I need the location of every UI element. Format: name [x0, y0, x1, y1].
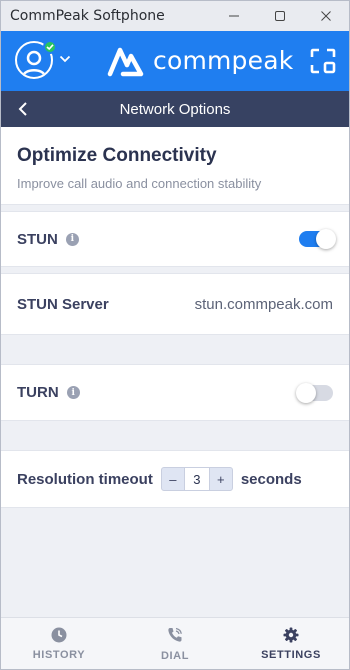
brand-logo: commpeak — [107, 44, 293, 78]
chevron-down-icon[interactable] — [59, 55, 71, 63]
tab-label: SETTINGS — [261, 648, 321, 661]
stun-row: STUN i — [1, 211, 349, 267]
decrement-button[interactable]: – — [162, 468, 184, 490]
toggle-knob — [296, 382, 316, 403]
timeout-value-input[interactable]: 3 — [183, 468, 210, 490]
close-button[interactable] — [303, 1, 349, 31]
turn-row: TURN i — [1, 364, 349, 421]
avatar[interactable] — [15, 40, 57, 81]
brand-name: commpeak — [153, 46, 294, 75]
clock-icon — [51, 627, 67, 642]
timeout-stepper: – 3 + — [160, 467, 233, 491]
maximize-button[interactable] — [257, 1, 303, 31]
stun-server-label: STUN Server — [17, 295, 109, 313]
turn-label: TURN — [17, 384, 59, 401]
tab-dial[interactable]: DIAL — [117, 618, 233, 669]
stun-label: STUN — [17, 230, 58, 248]
window-title: CommPeak Softphone — [10, 8, 165, 24]
window-titlebar: CommPeak Softphone — [1, 1, 349, 31]
minimize-button[interactable] — [211, 1, 257, 31]
settings-content: Optimize Connectivity Improve call audio… — [1, 127, 349, 617]
section-subtitle: Improve call audio and connection stabil… — [17, 176, 262, 191]
page-title: Network Options — [119, 100, 231, 118]
info-icon[interactable]: i — [65, 232, 79, 246]
tab-history[interactable]: HISTORY — [1, 618, 117, 669]
stun-server-value[interactable]: stun.commpeak.com — [195, 296, 333, 313]
minimize-icon — [229, 15, 239, 17]
close-icon — [321, 11, 331, 21]
gear-icon — [283, 627, 299, 642]
nav-bar: Network Options — [1, 91, 349, 127]
expand-icon[interactable] — [309, 47, 337, 75]
tab-label: DIAL — [160, 649, 190, 662]
info-icon[interactable]: i — [66, 386, 80, 399]
check-icon — [46, 44, 54, 51]
softphone-window: CommPeak Softphone commpeak Network Opti… — [0, 0, 350, 670]
toggle-knob — [316, 229, 336, 249]
tab-settings[interactable]: SETTINGS — [233, 618, 349, 669]
app-header: commpeak — [1, 31, 349, 91]
stun-toggle[interactable] — [299, 229, 336, 249]
tab-label: HISTORY — [32, 648, 86, 661]
back-arrow-icon[interactable] — [15, 100, 33, 118]
intro-section: Optimize Connectivity Improve call audio… — [1, 127, 349, 205]
resolution-timeout-label: Resolution timeout — [17, 470, 153, 488]
online-status-badge — [43, 40, 57, 54]
bottom-tab-bar: HISTORY DIAL SETTINGS — [1, 617, 349, 669]
stun-server-row: STUN Server stun.commpeak.com — [1, 273, 349, 335]
resolution-timeout-row: Resolution timeout – 3 + seconds — [1, 450, 349, 508]
increment-button[interactable]: + — [210, 468, 232, 490]
maximize-icon — [275, 11, 285, 21]
section-title: Optimize Connectivity — [17, 145, 217, 166]
timeout-unit-label: seconds — [240, 470, 302, 488]
commpeak-logo-icon — [107, 47, 144, 77]
phone-icon — [168, 627, 182, 642]
turn-toggle[interactable] — [296, 382, 333, 403]
